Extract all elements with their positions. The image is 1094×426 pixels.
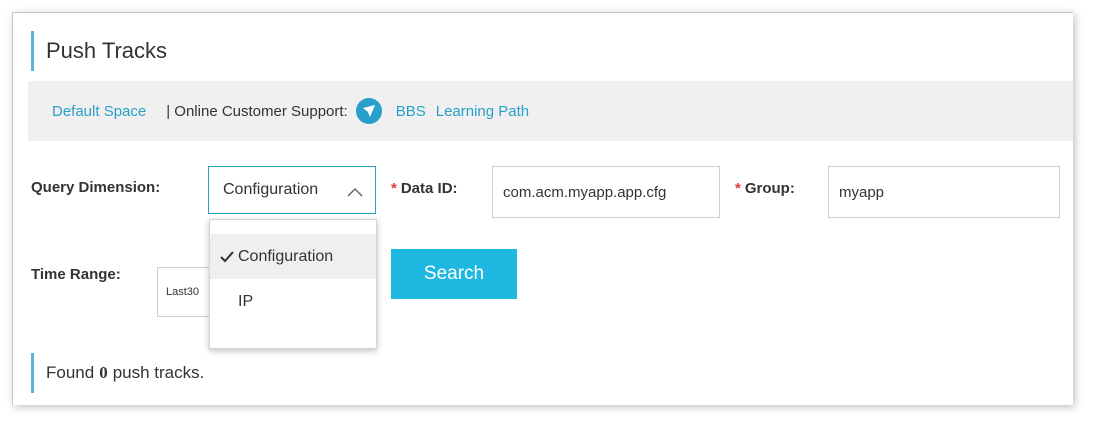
query-dimension-value: Configuration	[223, 181, 319, 198]
result-summary: Found 0 push tracks.	[31, 353, 204, 393]
result-suffix: push tracks.	[112, 363, 205, 382]
data-id-value: com.acm.myapp.app.cfg	[503, 183, 667, 201]
query-dimension-select[interactable]: Configuration	[208, 166, 376, 214]
time-range-select[interactable]: Last30	[157, 267, 217, 317]
data-id-input[interactable]: com.acm.myapp.app.cfg	[492, 166, 720, 218]
data-id-label-text: Data ID:	[400, 180, 458, 197]
query-dimension-dropdown: Configuration IP	[209, 219, 377, 349]
time-range-value: Last30	[166, 286, 200, 298]
chat-bubble-icon[interactable]	[355, 98, 382, 124]
search-button[interactable]: Search	[391, 249, 517, 299]
time-range-label: Time Range:	[31, 266, 121, 283]
query-dimension-label: Query Dimension:	[31, 179, 161, 196]
data-id-label: * Data ID:	[391, 180, 458, 197]
group-label: * Group:	[735, 180, 795, 197]
link-bar: Default Space | Online Customer Support:…	[28, 81, 1073, 141]
chevron-up-icon	[347, 184, 363, 202]
dropdown-option-label: IP	[238, 292, 254, 310]
default-space-link[interactable]: Default Space	[52, 103, 146, 120]
group-input[interactable]: myapp	[828, 166, 1060, 218]
dropdown-option-label: Configuration	[238, 247, 334, 265]
page-title: Push Tracks	[31, 31, 167, 71]
page-title-text: Push Tracks	[46, 38, 168, 63]
support-label: | Online Customer Support:	[166, 102, 348, 120]
group-value: myapp	[839, 183, 885, 201]
learning-path-link[interactable]: Learning Path	[436, 103, 529, 120]
group-label-text: Group:	[744, 180, 795, 197]
page-frame: Push Tracks Default Space | Online Custo…	[12, 12, 1073, 405]
dropdown-option-ip[interactable]: IP	[210, 279, 376, 324]
check-icon	[216, 250, 238, 263]
result-count: 0	[99, 363, 108, 382]
required-mark: *	[391, 180, 397, 197]
dropdown-option-configuration[interactable]: Configuration	[210, 234, 376, 279]
result-prefix: Found	[46, 363, 95, 382]
bbs-link[interactable]: BBS	[396, 103, 426, 120]
required-mark: *	[735, 180, 741, 197]
